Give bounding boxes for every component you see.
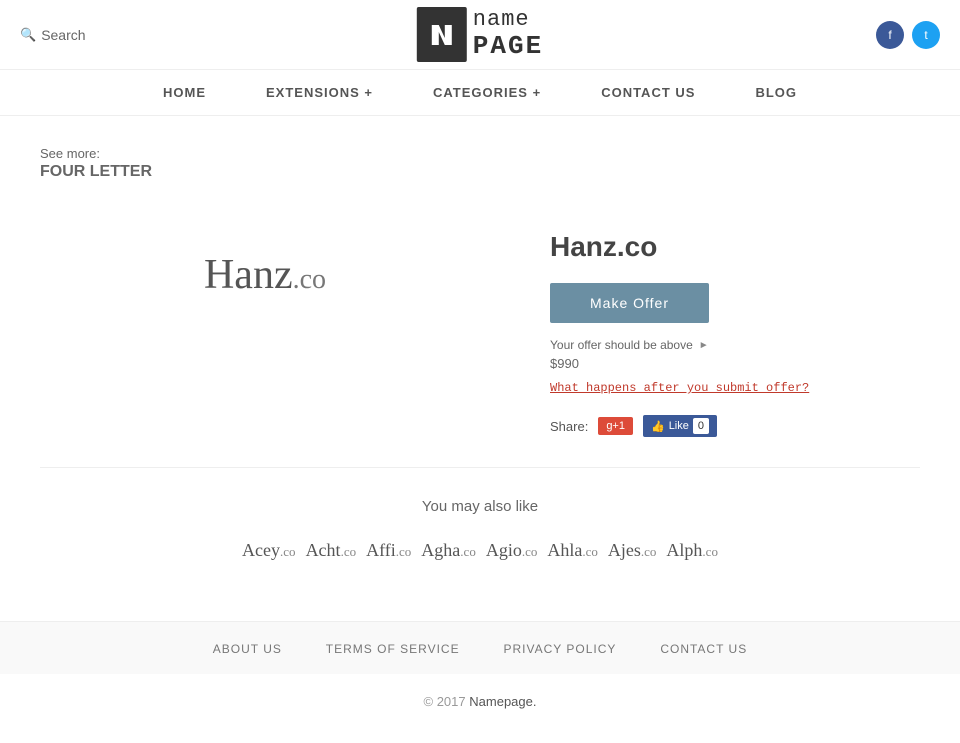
- brand-link[interactable]: Namepage.: [469, 694, 536, 709]
- facebook-icon: f: [888, 28, 891, 42]
- domain-section: Hanz.co Hanz.co Make Offer Your offer sh…: [40, 211, 920, 437]
- logo-icon: [417, 7, 467, 62]
- header: 🔍 Search name PAGE f t: [0, 0, 960, 70]
- what-happens-link[interactable]: What happens after you submit offer?: [550, 381, 920, 395]
- list-item[interactable]: Affi.co: [366, 540, 411, 561]
- domain-logo-area: Hanz.co: [40, 211, 490, 339]
- also-like-section: You may also like Acey.co Acht.co Affi.c…: [40, 498, 920, 591]
- domain-logo-tld: .co: [293, 264, 326, 295]
- section-divider: [40, 467, 920, 468]
- social-icons: f t: [876, 21, 940, 49]
- copyright-text: © 2017: [424, 694, 466, 709]
- domain-logo-name: Hanz: [204, 252, 293, 298]
- footer: ABOUT US TERMS OF SERVICE PRIVACY POLICY…: [0, 621, 960, 729]
- domain-display-logo: Hanz.co: [204, 251, 326, 299]
- list-item[interactable]: Ajes.co: [608, 540, 657, 561]
- footer-about-link[interactable]: ABOUT US: [213, 642, 282, 656]
- fb-thumb-icon: 👍: [651, 420, 665, 433]
- domain-title: Hanz.co: [550, 231, 920, 263]
- make-offer-button[interactable]: Make Offer: [550, 283, 709, 323]
- fb-like-label: Like: [669, 420, 689, 432]
- offer-price: $990: [550, 356, 920, 371]
- main-content: See more: FOUR LETTER Hanz.co Hanz.co Ma…: [0, 116, 960, 621]
- list-item[interactable]: Alph.co: [666, 540, 718, 561]
- logo-page: PAGE: [473, 32, 543, 61]
- list-item[interactable]: Ahla.co: [547, 540, 598, 561]
- search-label: Search: [41, 27, 85, 43]
- footer-links: ABOUT US TERMS OF SERVICE PRIVACY POLICY…: [0, 621, 960, 674]
- twitter-icon: t: [924, 28, 927, 42]
- nav-item-extensions[interactable]: EXTENSIONS +: [236, 70, 403, 115]
- logo-name: name: [473, 8, 543, 32]
- domain-list: Acey.co Acht.co Affi.co Agha.co Agio.co …: [40, 540, 920, 561]
- footer-terms-link[interactable]: TERMS OF SERVICE: [326, 642, 460, 656]
- breadcrumb-link[interactable]: FOUR LETTER: [40, 163, 920, 181]
- footer-privacy-link[interactable]: PRIVACY POLICY: [503, 642, 616, 656]
- facebook-link[interactable]: f: [876, 21, 904, 49]
- nav-item-blog[interactable]: BLOG: [725, 70, 827, 115]
- domain-info: Hanz.co Make Offer Your offer should be …: [550, 211, 920, 437]
- footer-copyright: © 2017 Namepage.: [0, 674, 960, 729]
- offer-hint-arrow-icon: ►: [699, 340, 709, 351]
- main-nav: HOME EXTENSIONS + CATEGORIES + CONTACT U…: [0, 70, 960, 116]
- list-item[interactable]: Agio.co: [486, 540, 538, 561]
- also-like-title: You may also like: [40, 498, 920, 515]
- breadcrumb-prefix: See more:: [40, 146, 100, 161]
- list-item[interactable]: Agha.co: [421, 540, 476, 561]
- fb-like-count: 0: [693, 418, 709, 434]
- nav-item-home[interactable]: HOME: [133, 70, 236, 115]
- nav-item-contact[interactable]: CONTACT US: [571, 70, 725, 115]
- google-plus-button[interactable]: g+1: [598, 417, 633, 435]
- logo-text: name PAGE: [473, 8, 543, 61]
- offer-hint: Your offer should be above ►: [550, 338, 920, 352]
- nav-item-categories[interactable]: CATEGORIES +: [403, 70, 571, 115]
- footer-contact-link[interactable]: CONTACT US: [660, 642, 747, 656]
- share-row: Share: g+1 👍 Like 0: [550, 415, 920, 437]
- logo: name PAGE: [417, 7, 543, 62]
- facebook-like-button[interactable]: 👍 Like 0: [643, 415, 717, 437]
- offer-hint-text: Your offer should be above: [550, 338, 693, 352]
- search-bar[interactable]: 🔍 Search: [20, 27, 86, 43]
- search-icon: 🔍: [20, 27, 36, 43]
- breadcrumb: See more: FOUR LETTER: [40, 146, 920, 181]
- share-label: Share:: [550, 419, 588, 434]
- list-item[interactable]: Acht.co: [306, 540, 357, 561]
- list-item[interactable]: Acey.co: [242, 540, 296, 561]
- logo-link[interactable]: name PAGE: [417, 7, 543, 62]
- twitter-link[interactable]: t: [912, 21, 940, 49]
- gplus-label: g+1: [606, 420, 625, 432]
